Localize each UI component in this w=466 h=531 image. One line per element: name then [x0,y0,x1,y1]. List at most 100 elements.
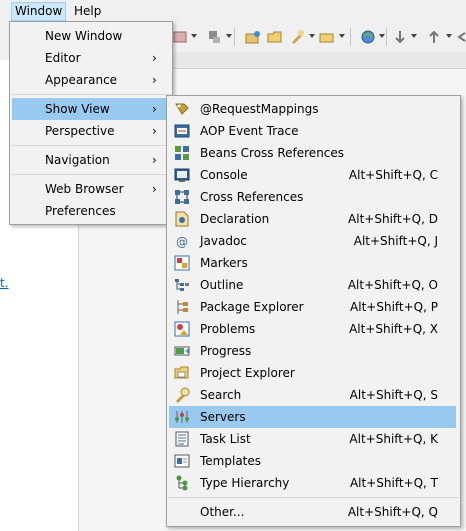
menu-item-label: Show View [45,102,110,116]
menu-separator [168,497,459,498]
view-item-shortcut: Alt+Shift+Q, C [348,168,438,182]
javadoc-icon: @ [174,233,190,249]
search-flashlight-icon[interactable] [289,29,305,45]
view-item-javadoc[interactable]: @ Javadoc Alt+Shift+Q, J [169,230,456,252]
menu-item-show-view[interactable]: Show View › [12,98,170,120]
view-item-shortcut: Alt+Shift+Q, Q [347,505,438,519]
view-item-type-hierarchy[interactable]: Type Hierarchy Alt+Shift+Q, T [169,472,456,494]
view-item-label: @RequestMappings [200,102,319,116]
request-mappings-icon [174,101,190,117]
previous-annotation-icon[interactable] [426,29,442,45]
window-menu: New Window Editor › Appearance › Show Vi… [9,21,173,225]
toolbar-debug-icon[interactable] [206,29,222,45]
chevron-down-icon[interactable] [226,34,232,38]
view-item-label: Javadoc [200,234,247,248]
view-item-shortcut: Alt+Shift+Q, D [348,212,438,226]
aop-event-trace-icon [174,123,190,139]
package-explorer-icon [174,299,190,315]
view-item-progress[interactable]: Progress [169,340,456,362]
chevron-right-icon: › [152,124,157,138]
view-item-project-explorer[interactable]: Project Explorer [169,362,456,384]
outline-icon [174,277,190,293]
chevron-right-icon: › [152,102,157,116]
menu-window[interactable]: Window [11,2,67,21]
chevron-down-icon[interactable] [379,34,385,38]
menu-item-perspective[interactable]: Perspective › [12,120,170,142]
view-item-console[interactable]: Console Alt+Shift+Q, C [169,164,456,186]
type-hierarchy-icon [174,475,190,491]
toolbar-separator [386,28,387,46]
view-item-markers[interactable]: Markers [169,252,456,274]
view-item-templates[interactable]: Templates [169,450,456,472]
chevron-right-icon: › [152,182,157,196]
view-item-request-mappings[interactable]: @RequestMappings [169,98,456,120]
back-arrow-icon[interactable] [456,29,466,45]
menu-item-navigation[interactable]: Navigation › [12,149,170,171]
toolbar-separator [234,28,235,46]
menu-item-preferences[interactable]: Preferences [12,200,170,222]
view-item-shortcut: Alt+Shift+Q, P [350,300,438,314]
menu-help[interactable]: Help [71,3,104,20]
beans-cross-references-icon [174,145,190,161]
view-item-label: Cross References [200,190,304,204]
menu-bar: Window Help [0,0,466,22]
view-item-beans-cross-references[interactable]: Beans Cross References [169,142,456,164]
new-folder-icon[interactable] [245,29,261,45]
project-explorer-icon [174,365,190,381]
view-item-label: Search [200,388,242,402]
chevron-down-icon[interactable] [191,34,197,38]
view-item-label: Outline [200,278,244,292]
problems-icon [174,321,190,337]
view-item-label: Progress [200,344,252,358]
svg-text:@: @ [176,235,188,249]
view-item-label: Beans Cross References [200,146,345,160]
view-item-problems[interactable]: Problems Alt+Shift+Q, X [169,318,456,340]
view-item-label: Problems [200,322,256,336]
view-item-outline[interactable]: Outline Alt+Shift+Q, O [169,274,456,296]
menu-item-editor[interactable]: Editor › [12,47,170,69]
globe-icon[interactable] [360,29,376,45]
console-icon [174,167,190,183]
menu-separator [11,174,171,175]
menu-item-label: Web Browser [45,182,124,196]
view-item-package-explorer[interactable]: Package Explorer Alt+Shift+Q, P [169,296,456,318]
menu-item-new-window[interactable]: New Window [12,25,170,47]
toolbar-separator [350,28,351,46]
view-item-label: Templates [200,454,262,468]
view-item-declaration[interactable]: Declaration Alt+Shift+Q, D [169,208,456,230]
view-item-shortcut: Alt+Shift+Q, O [347,278,438,292]
view-item-aop-event-trace[interactable]: AOP Event Trace [169,120,456,142]
view-item-shortcut: Alt+Shift+Q, X [349,322,438,336]
view-item-shortcut: Alt+Shift+Q, K [349,432,438,446]
view-item-label: Declaration [200,212,270,226]
view-item-task-list[interactable]: Task List Alt+Shift+Q, K [169,428,456,450]
task-list-icon [174,431,190,447]
view-item-search[interactable]: Search Alt+Shift+Q, S [169,384,456,406]
view-item-label: AOP Event Trace [200,124,299,138]
view-item-label: Project Explorer [200,366,295,380]
view-item-shortcut: Alt+Shift+Q, J [353,234,438,248]
chevron-right-icon: › [152,153,157,167]
next-annotation-icon[interactable] [392,29,408,45]
view-item-servers[interactable]: Servers [169,406,456,428]
chevron-down-icon[interactable] [411,34,417,38]
left-panel-link[interactable]: t. [0,276,9,290]
search-icon [174,387,190,403]
chevron-down-icon[interactable] [446,34,452,38]
menu-item-appearance[interactable]: Appearance › [12,69,170,91]
chevron-down-icon[interactable] [339,34,345,38]
view-item-label: Other... [200,505,245,519]
view-item-label: Servers [200,410,246,424]
markers-icon [174,255,190,271]
view-item-cross-references[interactable]: Cross References [169,186,456,208]
cross-references-icon [174,189,190,205]
menu-separator [11,145,171,146]
open-folder-icon[interactable] [267,29,283,45]
toolbar-run-icon[interactable] [172,29,188,45]
menu-separator [11,94,171,95]
view-item-other[interactable]: Other... Alt+Shift+Q, Q [169,501,456,523]
view-item-label: Markers [200,256,248,270]
menu-item-web-browser[interactable]: Web Browser › [12,178,170,200]
open-type-icon[interactable] [319,29,335,45]
chevron-down-icon[interactable] [309,34,315,38]
